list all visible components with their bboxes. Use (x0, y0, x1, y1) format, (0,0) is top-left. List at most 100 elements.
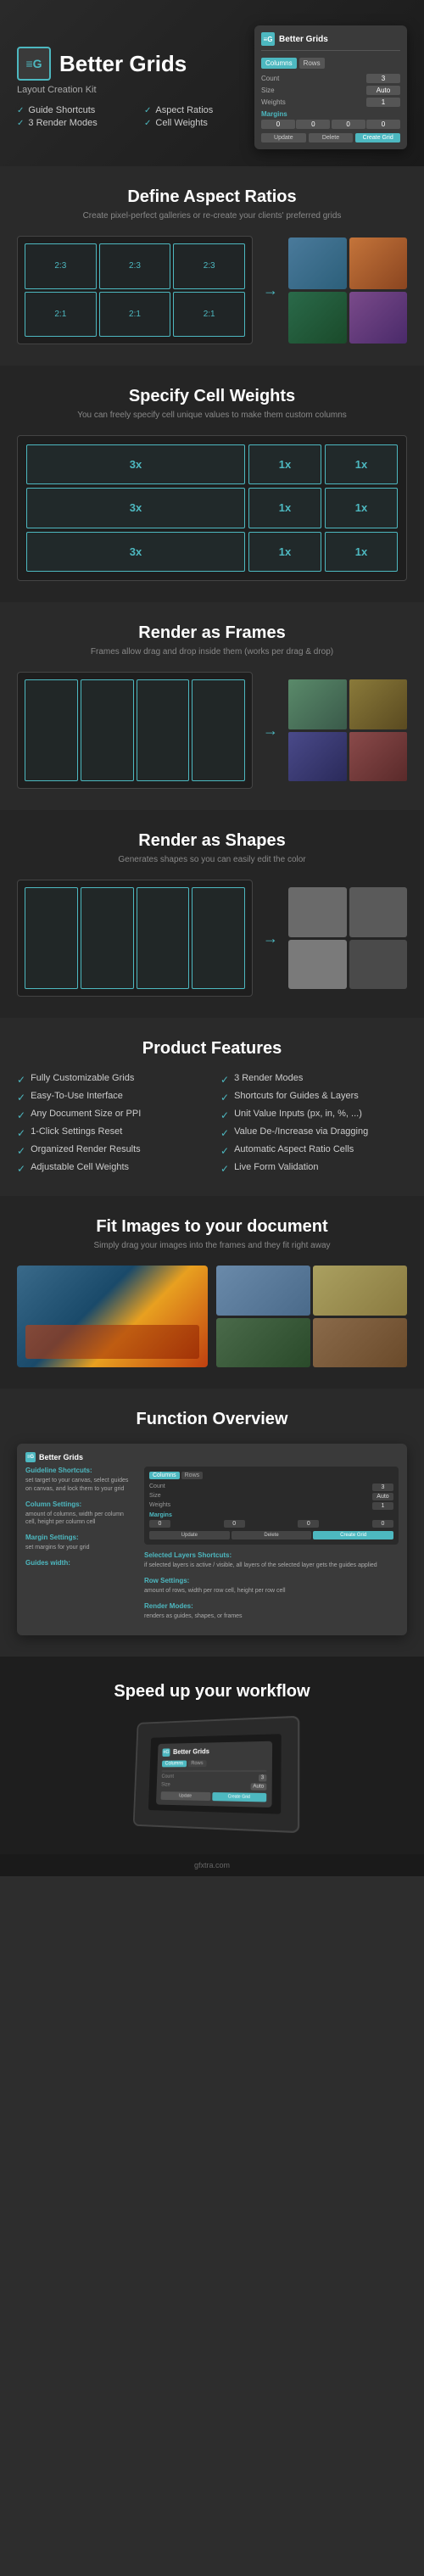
device-create-btn[interactable]: Create Grid (212, 1792, 266, 1802)
update-button[interactable]: Update (261, 133, 306, 142)
shapes-inner-grid (25, 887, 245, 989)
fn-size-value[interactable]: Auto (372, 1493, 393, 1500)
weights-demo: 3x 1x 1x 3x 1x 1x 3x 1x 1x (17, 435, 407, 581)
fn-buttons: Update Delete Create Grid (149, 1531, 393, 1539)
fn-right-annotations: Selected Layers Shortcuts: if selected l… (144, 1551, 399, 1620)
grid-cell-5: 2:1 (173, 292, 245, 338)
fit-images-section: Fit Images to your document Simply drag … (0, 1196, 424, 1389)
device-panel-header: ≡G Better Grids (162, 1746, 266, 1757)
device-btns: Update Create Grid (161, 1791, 267, 1802)
shapes-right (288, 887, 407, 989)
fn-margin-t[interactable]: 0 (149, 1520, 170, 1528)
check-icon: ✓ (144, 106, 151, 115)
weights-grid: 3x 1x 1x 3x 1x 1x 3x 1x 1x (26, 444, 398, 572)
fn-tab-rows[interactable]: Rows (181, 1472, 204, 1479)
weight-cell-2-1: 1x (248, 532, 321, 572)
fn-guideline-text: set target to your canvas, select guides… (25, 1477, 136, 1494)
fn-weights-label: Weights (149, 1502, 170, 1510)
feature-auto-aspect: ✓ Automatic Aspect Ratio Cells (220, 1144, 407, 1157)
fn-margin-l[interactable]: 0 (372, 1520, 393, 1528)
workflow-title: Speed up your workflow (17, 1682, 407, 1702)
tab-columns[interactable]: Columns (261, 58, 297, 69)
feature-label: Guide Shortcuts (28, 105, 95, 115)
fn-render-modes-text: renders as guides, shapes, or frames (144, 1612, 399, 1621)
margin-bottom-input[interactable]: 0 (332, 120, 365, 129)
fn-count-value[interactable]: 3 (372, 1484, 393, 1491)
grid-cell-1: 2:3 (99, 243, 171, 289)
fn-delete-btn[interactable]: Delete (232, 1531, 312, 1539)
shape-cell-4 (192, 887, 245, 989)
fn-column-text: amount of columns, width per column cell… (25, 1511, 136, 1528)
device-count[interactable]: 3 (259, 1774, 267, 1781)
fn-size-label: Size (149, 1493, 161, 1500)
photo-cell-2 (349, 237, 408, 289)
fn-update-btn[interactable]: Update (149, 1531, 230, 1539)
check-icon: ✓ (17, 119, 24, 128)
function-overview-title: Function Overview (17, 1410, 407, 1429)
hero-section: ≡G Better Grids Layout Creation Kit ✓ Gu… (0, 0, 424, 166)
feature-label: Organized Render Results (31, 1144, 141, 1154)
arrow-icon: → (263, 282, 278, 299)
create-grid-button[interactable]: Create Grid (355, 133, 400, 142)
fn-selected-layers: Selected Layers Shortcuts: if selected l… (144, 1551, 399, 1570)
product-features-section: Product Features ✓ Fully Customizable Gr… (0, 1018, 424, 1196)
fn-margin-b[interactable]: 0 (298, 1520, 319, 1528)
margin-top-input[interactable]: 0 (261, 120, 295, 129)
panel-row-margin: 0 0 0 0 (261, 120, 400, 129)
feature-aspect-ratios: ✓ Aspect Ratios (144, 105, 254, 115)
margin-left-input[interactable]: 0 (366, 120, 400, 129)
device-row-2: Size Auto (161, 1782, 266, 1790)
device-size[interactable]: Auto (250, 1783, 266, 1791)
fn-create-btn[interactable]: Create Grid (313, 1531, 393, 1539)
fn-selected-layers-title: Selected Layers Shortcuts: (144, 1551, 399, 1559)
fit-cell-3 (216, 1318, 310, 1368)
fn-weights-value[interactable]: 1 (372, 1502, 393, 1510)
feature-label: 3 Render Modes (234, 1073, 303, 1083)
fn-margin-settings: Margin Settings: set margins for your gr… (25, 1534, 136, 1552)
check-icon: ✓ (17, 1145, 25, 1157)
render-frames-title: Render as Frames (17, 623, 407, 643)
panel-tabs[interactable]: Columns Rows (261, 58, 400, 69)
weight-cell-1-0: 3x (26, 488, 245, 528)
device-tabs: Columns Rows (162, 1759, 267, 1767)
define-aspect-section: Define Aspect Ratios Create pixel-perfec… (0, 166, 424, 366)
fn-guideline-shortcuts: Guideline Shortcuts: set target to your … (25, 1467, 136, 1494)
define-aspect-title: Define Aspect Ratios (17, 187, 407, 207)
frames-result (288, 679, 407, 781)
check-icon: ✓ (17, 1109, 25, 1121)
fn-row-settings: Row Settings: amount of rows, width per … (144, 1577, 399, 1595)
margins-section-header: Margins (261, 110, 400, 118)
frame-cell-1 (25, 679, 78, 781)
tab-rows[interactable]: Rows (299, 58, 325, 69)
feature-3-render-modes: ✓ 3 Render Modes (220, 1073, 407, 1086)
render-shapes-subtitle: Generates shapes so you can easily edit … (17, 855, 407, 864)
device-update-btn[interactable]: Update (161, 1791, 211, 1801)
shape-cell-3 (137, 887, 190, 989)
fn-row-settings-text: amount of rows, width per row cell, heig… (144, 1587, 399, 1595)
fn-tabs[interactable]: Columns Rows (149, 1472, 393, 1479)
fn-margin-r[interactable]: 0 (224, 1520, 245, 1528)
fn-tab-columns[interactable]: Columns (149, 1472, 180, 1479)
fn-panel-title: Better Grids (39, 1453, 83, 1461)
feature-unit-values: ✓ Unit Value Inputs (px, in, %, ...) (220, 1109, 407, 1121)
function-panel: ≡G Better Grids Guideline Shortcuts: set… (17, 1444, 407, 1635)
size-input[interactable]: Auto (366, 86, 400, 95)
panel-logo: ≡G (261, 32, 275, 46)
margin-right-input[interactable]: 0 (296, 120, 330, 129)
device-logo: ≡G (162, 1748, 170, 1757)
feature-label: Adjustable Cell Weights (31, 1162, 129, 1172)
hero-logo: ≡G Better Grids (17, 47, 254, 81)
grid-cell-4: 2:1 (99, 292, 171, 338)
shapes-result-grid (288, 887, 407, 989)
delete-button[interactable]: Delete (309, 133, 354, 142)
count-input[interactable]: 3 (366, 74, 400, 83)
device-tab-cols[interactable]: Columns (162, 1760, 187, 1767)
fn-row-settings-title: Row Settings: (144, 1577, 399, 1584)
device-mockup: ≡G Better Grids Columns Rows Count 3 Siz… (133, 1716, 300, 1833)
weights-input[interactable]: 1 (366, 98, 400, 107)
check-icon: ✓ (220, 1145, 229, 1157)
feature-label: 3 Render Modes (28, 118, 97, 128)
device-tab-rows[interactable]: Rows (188, 1760, 207, 1767)
cell-weights-title: Specify Cell Weights (17, 387, 407, 406)
panel-row-weights: Weights 1 (261, 98, 400, 107)
